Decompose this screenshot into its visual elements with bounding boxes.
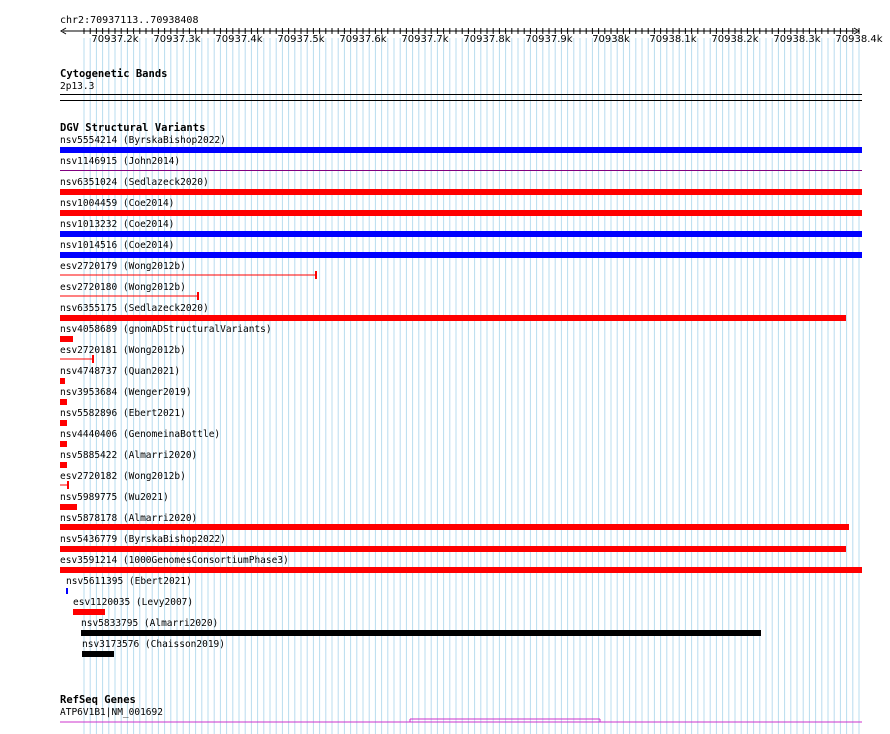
feature-label: nsv1146915 (John2014) — [60, 156, 181, 167]
ruler-tick-label: 70937.9k — [525, 34, 573, 45]
ruler-tick-label: 70937.3k — [153, 34, 201, 45]
cytoband-name: 2p13.3 — [60, 81, 95, 92]
variant-bar[interactable] — [60, 399, 67, 405]
variant-bar[interactable] — [60, 291, 206, 301]
ruler-tick-label: 70938.2k — [711, 34, 759, 45]
variant-bar[interactable] — [60, 231, 862, 237]
feature-label: esv3591214 (1000GenomesConsortiumPhase3) — [60, 555, 289, 566]
feature-label: nsv1004459 (Coe2014) — [60, 198, 175, 209]
feature-label: nsv4058689 (gnomADStructuralVariants) — [60, 324, 272, 335]
feature-label: nsv1014516 (Coe2014) — [60, 240, 175, 251]
feature-label: nsv5436779 (ByrskaBishop2022) — [60, 534, 226, 545]
variant-bar[interactable] — [60, 170, 862, 171]
variant-bar[interactable] — [60, 378, 65, 384]
feature-label: nsv5878178 (Almarri2020) — [60, 513, 198, 524]
ruler-tick-label: 70938.3k — [773, 34, 821, 45]
variant-bar[interactable] — [60, 480, 72, 490]
variant-bar[interactable] — [60, 147, 862, 153]
gene-model[interactable] — [60, 716, 862, 724]
variant-bar[interactable] — [60, 354, 100, 364]
feature-label: nsv5989775 (Wu2021) — [60, 492, 169, 503]
variant-bar[interactable] — [60, 441, 67, 447]
variant-bar[interactable] — [60, 189, 862, 195]
feature-label: nsv5582896 (Ebert2021) — [60, 408, 186, 419]
variant-bar[interactable] — [81, 630, 761, 636]
variant-bar[interactable] — [60, 567, 862, 573]
feature-label: nsv4440406 (GenomeinaBottle) — [60, 429, 221, 440]
refseq-track-title: RefSeq Genes — [60, 694, 136, 706]
ruler-tick-label: 70938k — [592, 34, 630, 45]
feature-label: nsv5833795 (Almarri2020) — [81, 618, 219, 629]
variant-bar[interactable] — [60, 270, 322, 280]
variant-bar[interactable] — [60, 462, 67, 468]
variant-bar[interactable] — [82, 651, 114, 657]
variant-bar[interactable] — [73, 609, 105, 615]
feature-label: nsv3953684 (Wenger2019) — [60, 387, 192, 398]
ruler-tick-label: 70938.4k — [835, 34, 883, 45]
variant-bar[interactable] — [60, 336, 73, 342]
variant-bar[interactable] — [66, 588, 68, 594]
ruler-tick-label: 70937.8k — [463, 34, 511, 45]
feature-label: nsv5554214 (ByrskaBishop2022) — [60, 135, 226, 146]
cytoband-track-title: Cytogenetic Bands — [60, 68, 168, 80]
ruler-tick-label: 70937.4k — [215, 34, 263, 45]
cytoband-bar[interactable] — [60, 94, 862, 95]
variant-bar[interactable] — [60, 252, 862, 258]
feature-label: nsv4748737 (Quan2021) — [60, 366, 181, 377]
feature-label: nsv5885422 (Almarri2020) — [60, 450, 198, 461]
variant-bar[interactable] — [60, 210, 862, 216]
variant-bar[interactable] — [60, 524, 849, 530]
ruler-tick-label: 70937.7k — [401, 34, 449, 45]
feature-label: nsv6351024 (Sedlazeck2020) — [60, 177, 209, 188]
ruler-tick-label: 70937.5k — [277, 34, 325, 45]
variant-bar[interactable] — [60, 315, 846, 321]
variant-bar[interactable] — [60, 546, 846, 552]
variant-bar[interactable] — [60, 504, 77, 510]
ruler-tick-label: 70937.6k — [339, 34, 387, 45]
feature-label: esv2720182 (Wong2012b) — [60, 471, 186, 482]
variant-bar[interactable] — [60, 420, 67, 426]
ruler-tick-label: 70938.1k — [649, 34, 697, 45]
feature-label: nsv3173576 (Chaisson2019) — [82, 639, 225, 650]
feature-label: esv1120035 (Levy2007) — [73, 597, 194, 608]
ruler-tick-label: 70937.2k — [91, 34, 139, 45]
track-divider — [60, 100, 862, 101]
feature-label: nsv6355175 (Sedlazeck2020) — [60, 303, 209, 314]
feature-label: nsv1013232 (Coe2014) — [60, 219, 175, 230]
feature-label: nsv5611395 (Ebert2021) — [66, 576, 192, 587]
dgv-track-title: DGV Structural Variants — [60, 122, 206, 134]
